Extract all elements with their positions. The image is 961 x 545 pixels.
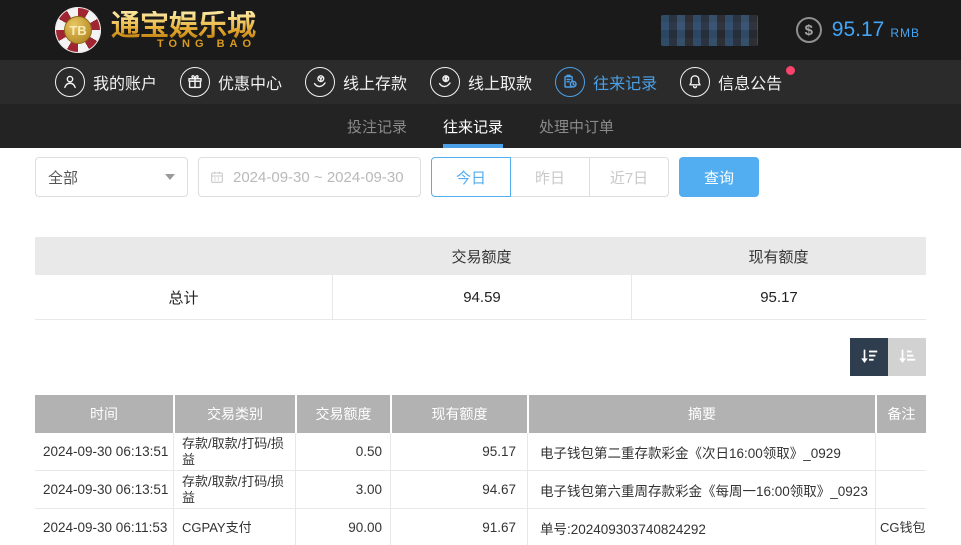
sort-controls (35, 338, 926, 376)
site-title: 通宝娱乐城 (111, 11, 256, 41)
username-censored (661, 15, 758, 46)
transactions-table: 时间 交易类别 交易额度 现有额度 摘要 备注 2024-09-30 06:13… (35, 395, 926, 545)
summary-col-transaction: 交易额度 (332, 246, 631, 267)
nav-item-promotions[interactable]: 优惠中心 (180, 67, 282, 97)
search-button[interactable]: 查询 (679, 157, 759, 197)
nav-item-deposit[interactable]: 线上存款 (305, 67, 407, 97)
tab-betting-records[interactable]: 投注记录 (347, 104, 407, 148)
nav-item-withdraw[interactable]: 线上取款 (430, 67, 532, 97)
cell-time: 2024-09-30 06:13:51 (35, 471, 173, 508)
calendar-icon (209, 169, 225, 185)
cell-type: 存款/取款/打码/损益 (173, 471, 295, 508)
sort-descending-icon (858, 346, 880, 368)
cell-balance: 95.17 (390, 433, 527, 470)
filter-bar: 全部 2024-09-30 ~ 2024-09-30 今日 昨日 近7日 查询 (35, 157, 926, 197)
gift-icon (180, 67, 210, 97)
summary-current-total: 95.17 (631, 275, 926, 319)
records-subnav: 投注记录 往来记录 处理中订单 (0, 104, 961, 148)
summary-col-current: 现有额度 (631, 246, 926, 267)
type-filter-select[interactable]: 全部 (35, 157, 188, 197)
summary-total-label: 总计 (35, 275, 332, 319)
withdraw-icon (430, 67, 460, 97)
cell-note: CG钱包 (875, 509, 926, 545)
range-today-button[interactable]: 今日 (431, 157, 511, 197)
summary-transaction-total: 94.59 (332, 275, 631, 319)
cell-time: 2024-09-30 06:11:53 (35, 509, 173, 545)
col-header-balance: 现有额度 (390, 395, 527, 433)
cell-balance: 91.67 (390, 509, 527, 545)
cell-amount: 90.00 (295, 509, 390, 545)
sort-ascending-icon (896, 346, 918, 368)
table-row: 2024-09-30 06:11:53 CGPAY支付 90.00 91.67 … (35, 509, 926, 545)
date-range-value: 2024-09-30 ~ 2024-09-30 (233, 169, 404, 186)
records-icon (555, 67, 585, 97)
cell-time: 2024-09-30 06:13:51 (35, 433, 173, 470)
cell-amount: 0.50 (295, 433, 390, 470)
casino-chip-icon: TB (55, 7, 101, 53)
site-logo: TB 通宝娱乐城 TONG BAO (55, 7, 256, 53)
col-header-summary: 摘要 (527, 395, 875, 433)
balance-display: $ 95.17 RMB (796, 17, 920, 43)
nav-item-my-account[interactable]: 我的账户 (55, 67, 157, 97)
range-last7days-button[interactable]: 近7日 (589, 157, 669, 197)
cell-summary: 电子钱包第六重周存款彩金《每周一16:00领取》_0923 (527, 471, 875, 508)
col-header-note: 备注 (875, 395, 926, 433)
quick-range-group: 今日 昨日 近7日 (431, 157, 669, 197)
balance-currency: RMB (890, 26, 920, 40)
cell-balance: 94.67 (390, 471, 527, 508)
table-header-row: 时间 交易类别 交易额度 现有额度 摘要 备注 (35, 395, 926, 433)
summary-total-row: 总计 94.59 95.17 (35, 275, 926, 320)
tab-transaction-records[interactable]: 往来记录 (443, 104, 503, 148)
summary-header-row: 交易额度 现有额度 (35, 237, 926, 275)
cell-note (875, 471, 926, 508)
dollar-circle-icon: $ (796, 17, 822, 43)
cell-type: 存款/取款/打码/损益 (173, 433, 295, 470)
cell-note (875, 433, 926, 470)
notification-badge-dot (786, 66, 795, 75)
col-header-time: 时间 (35, 395, 173, 433)
main-nav: 我的账户 优惠中心 线上存款 线上取款 往来记录 信息公告 (0, 60, 961, 104)
col-header-amount: 交易额度 (295, 395, 390, 433)
col-header-type: 交易类别 (173, 395, 295, 433)
sort-ascending-button[interactable] (888, 338, 926, 376)
range-yesterday-button[interactable]: 昨日 (510, 157, 590, 197)
nav-item-announcements[interactable]: 信息公告 (680, 67, 782, 97)
nav-item-records[interactable]: 往来记录 (555, 67, 657, 97)
chevron-down-icon (165, 174, 175, 180)
type-filter-value: 全部 (48, 167, 78, 188)
tab-processing-orders[interactable]: 处理中订单 (539, 104, 614, 148)
chip-label: TB (64, 16, 92, 44)
main-content: 全部 2024-09-30 ~ 2024-09-30 今日 昨日 近7日 查询 … (0, 157, 961, 545)
sort-descending-button[interactable] (850, 338, 888, 376)
deposit-icon (305, 67, 335, 97)
cell-summary: 电子钱包第二重存款彩金《次日16:00领取》_0929 (527, 433, 875, 470)
top-header: TB 通宝娱乐城 TONG BAO $ 95.17 RMB (0, 0, 961, 60)
cell-summary: 单号:202409303740824292 (527, 509, 875, 545)
table-row: 2024-09-30 06:13:51 存款/取款/打码/损益 3.00 94.… (35, 471, 926, 509)
user-icon (55, 67, 85, 97)
balance-amount: 95.17 (832, 18, 885, 42)
cell-amount: 3.00 (295, 471, 390, 508)
cell-type: CGPAY支付 (173, 509, 295, 545)
bell-icon (680, 67, 710, 97)
date-range-input[interactable]: 2024-09-30 ~ 2024-09-30 (198, 157, 421, 197)
summary-table: 交易额度 现有额度 总计 94.59 95.17 (35, 237, 926, 320)
table-row: 2024-09-30 06:13:51 存款/取款/打码/损益 0.50 95.… (35, 433, 926, 471)
